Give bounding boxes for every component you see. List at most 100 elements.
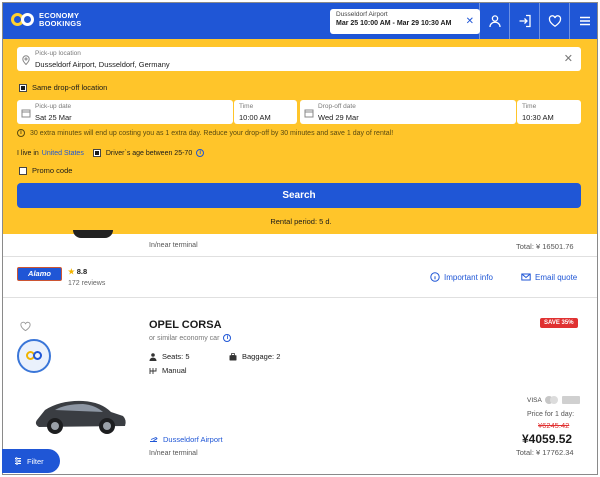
baggage-label: Baggage: 2 (242, 352, 281, 361)
email-quote-link[interactable]: Email quote (521, 272, 577, 282)
checkbox-icon (19, 83, 27, 92)
logo[interactable]: ECONOMY BOOKINGS (11, 11, 81, 29)
location-pin-icon (22, 55, 30, 65)
summary-location: Dusseldorf Airport (336, 11, 388, 18)
logo-line2: BOOKINGS (39, 19, 82, 28)
dropoff-time-label: Time (522, 103, 537, 110)
car-result-card: OPEL CORSA or similar economy car i Seat… (3, 305, 597, 474)
reviews-count[interactable]: 172 reviews (68, 280, 105, 287)
drivers-age-checkbox[interactable] (92, 149, 101, 157)
total-price: Total: ¥ 16501.76 (516, 242, 574, 251)
menu-icon[interactable] (569, 3, 597, 39)
important-info-label: Important info (444, 272, 493, 282)
info-icon[interactable]: i (196, 149, 205, 157)
car-image-partial (73, 230, 113, 238)
pickup-time-value: 10:00 AM (239, 113, 271, 122)
pickup-location-label: Pick-up location (35, 50, 81, 57)
car-title[interactable]: OPEL CORSA (149, 319, 222, 331)
car-subtitle-text: or similar economy car (149, 334, 220, 342)
same-dropoff-checkbox[interactable]: Same drop-off location (19, 83, 107, 92)
dropoff-time-value: 10:30 AM (522, 113, 554, 122)
email-quote-label: Email quote (535, 272, 578, 282)
divider (3, 256, 597, 257)
rating-value: 8.8 (76, 267, 88, 276)
calendar-icon (21, 109, 31, 118)
important-info-link[interactable]: Important info (430, 272, 493, 282)
same-dropoff-label: Same drop-off location (32, 83, 108, 92)
dropoff-date-field[interactable]: Drop-off date Wed 29 Mar (300, 100, 516, 124)
supplier-rating: ★ 8.8 (68, 267, 87, 276)
logo-icon (11, 11, 35, 29)
supplier-logo: Alamo (17, 267, 62, 281)
extra-time-note-text: 30 extra minutes will end up costing you… (30, 129, 394, 137)
summary-dates: Mar 25 10:00 AM - Mar 29 10:30 AM (336, 20, 452, 27)
pickup-date-value: Sat 25 Mar (35, 113, 72, 122)
divider (3, 297, 597, 298)
person-icon (149, 352, 157, 361)
save-badge: SAVE 35% (540, 318, 578, 328)
pickup-date-label: Pick-up date (35, 103, 72, 110)
dropoff-date-label: Drop-off date (318, 103, 356, 110)
heart-icon[interactable] (539, 3, 569, 39)
clear-icon[interactable]: ✕ (564, 52, 573, 65)
pickup-location-value: Dusseldorf Airport, Dusseldorf, Germany (35, 60, 170, 69)
country-link[interactable]: United States (42, 150, 84, 157)
transmission-label: Manual (162, 366, 187, 375)
pickup-airport-label: Dusseldorf Airport (163, 435, 223, 444)
email-icon (521, 273, 531, 281)
search-summary[interactable]: Dusseldorf Airport Mar 25 10:00 AM - Mar… (330, 9, 480, 34)
price-per-day-label: Price for 1 day: (527, 411, 575, 418)
pickup-airport[interactable]: Dusseldorf Airport (149, 435, 223, 444)
info-icon: i (17, 129, 25, 137)
top-bar: ECONOMY BOOKINGS Dusseldorf Airport Mar … (3, 3, 597, 39)
mastercard-icon (544, 396, 559, 404)
account-icon[interactable] (479, 3, 509, 39)
card-icon (561, 396, 580, 404)
certified-logo-icon (26, 350, 42, 362)
pickup-time-field[interactable]: Time 10:00 AM (234, 100, 297, 124)
login-icon[interactable] (509, 3, 539, 39)
close-icon[interactable]: ✕ (466, 16, 474, 27)
app-frame: ECONOMY BOOKINGS Dusseldorf Airport Mar … (2, 2, 598, 475)
info-icon[interactable]: i (223, 334, 232, 342)
transmission-spec: Manual (149, 366, 187, 375)
info-icon (430, 272, 440, 282)
total-price: Total: ¥ 17762.34 (516, 448, 574, 457)
calendar-icon (304, 109, 314, 118)
filter-label: Filter (27, 456, 44, 466)
seats-label: Seats: 5 (162, 352, 190, 361)
heart-icon[interactable] (20, 321, 31, 332)
pickup-date-field[interactable]: Pick-up date Sat 25 Mar (17, 100, 233, 124)
baggage-spec: Baggage: 2 (229, 352, 280, 361)
gearbox-icon (149, 367, 157, 374)
search-button[interactable]: Search (17, 183, 581, 208)
live-in-label: I live in (17, 149, 39, 157)
dropoff-date-value: Wed 29 Mar (318, 113, 359, 122)
seats-spec: Seats: 5 (149, 352, 190, 361)
terminal-label: In/near terminal (149, 242, 198, 249)
terminal-label: In/near terminal (149, 450, 198, 457)
pickup-location-field[interactable]: Pick-up location Dusseldorf Airport, Dus… (17, 47, 581, 71)
dropoff-time-field[interactable]: Time 10:30 AM (517, 100, 581, 124)
checkbox-icon (19, 166, 27, 175)
rental-period: Rental period: 5 d. (270, 217, 332, 226)
promo-code-label: Promo code (32, 166, 73, 175)
search-panel: Pick-up location Dusseldorf Airport, Dus… (3, 39, 597, 234)
current-price: ¥4059.52 (522, 432, 573, 446)
certified-badge (17, 339, 51, 373)
logo-text: ECONOMY BOOKINGS (39, 12, 81, 28)
filter-icon (15, 457, 21, 465)
previous-result: In/near terminal Total: ¥ 16501.76 (3, 230, 597, 253)
visa-logo: VISA (527, 396, 542, 404)
promo-code-checkbox[interactable]: Promo code (19, 166, 72, 175)
car-image (35, 400, 126, 434)
car-subtitle: or similar economy car i (149, 334, 232, 342)
airport-icon (150, 436, 158, 442)
drivers-age-label: Driver`s age between 25-70 (105, 149, 193, 157)
filter-button[interactable]: Filter (2, 449, 60, 473)
residence-row: I live in United States Driver`s age bet… (17, 149, 205, 157)
star-icon: ★ (68, 267, 75, 276)
old-price: ¥6245.42 (538, 421, 570, 430)
pickup-time-label: Time (239, 103, 254, 110)
luggage-icon (229, 352, 237, 360)
